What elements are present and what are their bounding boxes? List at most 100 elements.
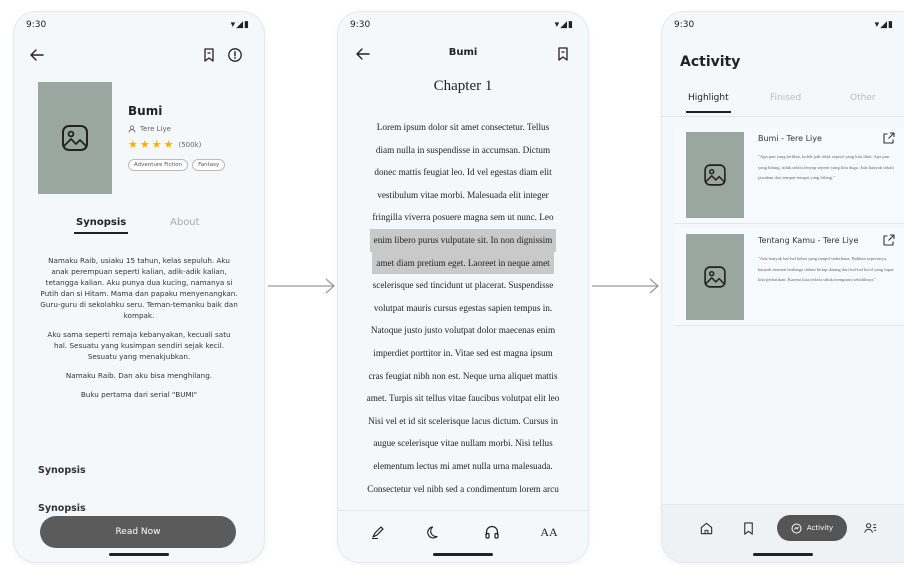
bookmark-icon[interactable] xyxy=(554,45,572,63)
synopsis-paragraph: Buku pertama dari serial "BUMI" xyxy=(80,390,198,399)
reader-line[interactable]: donec mattis feugiat leo. Id vel egestas… xyxy=(352,161,574,184)
genre-tag[interactable]: Fantasy xyxy=(192,159,226,171)
reader-line[interactable]: enim libero purus vulputate sit. In non … xyxy=(352,228,574,252)
activity-tabs: Highlight Finised Other xyxy=(662,93,904,117)
image-placeholder-icon xyxy=(704,266,726,288)
reader-line[interactable]: vestibulum vitae morbi. Malesuada elit i… xyxy=(352,184,574,207)
flow-arrow xyxy=(590,276,662,296)
reader-line[interactable]: Natoque justo justo volutpat dolor maece… xyxy=(352,319,574,342)
reader-line-text: volutpat mauris cursus egestas sapien te… xyxy=(373,302,553,313)
book-cover-image xyxy=(686,234,744,320)
read-now-button[interactable]: Read Now xyxy=(40,516,236,548)
star-icon: ★ xyxy=(128,138,138,151)
card-title: Bumi - Tere Liye xyxy=(758,134,822,143)
reader-line[interactable]: volutpat mauris cursus egestas sapien te… xyxy=(352,297,574,320)
reader-line-text: imperdiet porttitor in. Vitae sed est ma… xyxy=(373,347,553,358)
highlight-card[interactable]: Tentang Kamu - Tere Liye "Ada banyak hal… xyxy=(674,228,904,326)
star-icon: ★ xyxy=(151,138,162,151)
genre-tag[interactable]: Adventure Fiction xyxy=(128,159,189,171)
reader-line[interactable]: augue scelerisque vitae nullam morbi. Ni… xyxy=(352,432,574,455)
home-icon[interactable] xyxy=(696,519,716,537)
tab-other[interactable]: Other xyxy=(850,93,876,103)
tab-about[interactable]: About xyxy=(170,217,200,228)
share-icon[interactable] xyxy=(882,233,896,247)
section-heading: Synopsis xyxy=(38,465,86,476)
image-placeholder-icon xyxy=(62,125,88,151)
share-icon[interactable] xyxy=(882,131,896,145)
reader-line-text: augue scelerisque vitae nullam morbi. Ni… xyxy=(373,438,553,449)
book-cover-image xyxy=(686,132,744,218)
reader-line[interactable]: Nisi vel et id sit scelerisque lacus dic… xyxy=(352,410,574,433)
home-indicator xyxy=(753,553,813,556)
reader-line[interactable]: imperdiet porttitor in. Vitae sed est ma… xyxy=(352,342,574,365)
reader-line[interactable]: amet. Turpis sit tellus vitae faucibus v… xyxy=(352,387,574,410)
reader-line[interactable]: diam nulla in suspendisse in accumsan. D… xyxy=(352,139,574,162)
reader-line[interactable]: fringilla viverra posuere magna sem ut n… xyxy=(352,206,574,229)
users-settings-icon[interactable] xyxy=(860,519,880,537)
rating-count: (500k) xyxy=(178,140,202,149)
author-row: Tere Liye xyxy=(128,125,171,133)
reader-line-text: elementum lectus mi amet nulla urna male… xyxy=(373,460,553,471)
activity-screen: 9:30 ▾◢▮ Activity Highlight Finised Othe… xyxy=(662,12,904,562)
nav-activity-button[interactable]: Activity xyxy=(777,515,847,541)
bookmark-icon[interactable] xyxy=(200,46,218,64)
highlight-card[interactable]: Bumi - Tere Liye "Apa pun yang terlihat,… xyxy=(674,126,904,224)
page-title: Activity xyxy=(680,54,741,70)
star-icon: ★ xyxy=(139,138,150,151)
tab-finised[interactable]: Finised xyxy=(770,93,801,103)
synopsis-text: Namaku Raib, usiaku 15 tahun, kelas sepu… xyxy=(40,255,238,408)
status-time: 9:30 xyxy=(26,20,47,30)
font-size-button[interactable]: AA xyxy=(536,523,562,541)
highlight-pen-icon[interactable] xyxy=(368,523,388,541)
flow-arrow xyxy=(266,276,338,296)
status-time: 9:30 xyxy=(674,20,695,30)
image-placeholder-icon xyxy=(704,164,726,186)
book-cover-image xyxy=(38,82,112,194)
home-indicator xyxy=(109,553,169,556)
highlighted-text: amet diam pretium eget. Laoreet in neque… xyxy=(372,251,554,275)
reader-screen: 9:30 ▾◢▮ Bumi Chapter 1 Lorem ipsum dolo… xyxy=(338,12,588,562)
reader-body-text[interactable]: Lorem ipsum dolor sit amet consectetur. … xyxy=(352,116,574,500)
book-detail-screen: 9:30 ▾◢▮ Bumi Tere Liye ★ ★ ★ ★ (500k) A… xyxy=(14,12,264,562)
genre-tags: Adventure Fiction Fantasy xyxy=(128,159,226,171)
book-title: Bumi xyxy=(128,104,163,118)
reader-line-text: Nisi vel et id sit scelerisque lacus dic… xyxy=(368,415,558,426)
user-icon xyxy=(128,125,136,133)
card-title: Tentang Kamu - Tere Liye xyxy=(758,236,859,245)
night-mode-moon-icon[interactable] xyxy=(424,523,444,541)
reader-line-text: cras feugiat nibh non est. Neque urna al… xyxy=(368,370,558,381)
reader-line[interactable]: elementum lectus mi amet nulla urna male… xyxy=(352,455,574,478)
reader-line-text: scelerisque sed tincidunt ut placerat. S… xyxy=(372,280,554,291)
detail-tabs: Synopsis About xyxy=(14,217,264,241)
headphones-icon[interactable] xyxy=(482,523,502,541)
synopsis-paragraph: Aku sama seperti remaja kebanyakan, kecu… xyxy=(47,330,231,361)
status-bar: 9:30 ▾◢▮ xyxy=(26,20,250,34)
status-icons: ▾◢▮ xyxy=(230,20,250,30)
reader-line-text: Consectetur vel nibh sed a condimentum l… xyxy=(367,483,559,494)
rating: ★ ★ ★ ★ (500k) xyxy=(128,139,201,150)
tab-synopsis[interactable]: Synopsis xyxy=(73,217,129,234)
status-icons: ▾◢▮ xyxy=(554,20,574,30)
nav-activity-label: Activity xyxy=(806,524,834,532)
back-arrow-icon[interactable] xyxy=(28,46,46,64)
reader-line[interactable]: cras feugiat nibh non est. Neque urna al… xyxy=(352,365,574,388)
highlight-quote: "Ada banyak hal-hal hebat yang tampil se… xyxy=(758,256,894,282)
bookmark-icon[interactable] xyxy=(738,519,758,537)
status-icons: ▾◢▮ xyxy=(874,20,894,30)
reader-line[interactable]: Consectetur vel nibh sed a condimentum l… xyxy=(352,478,574,501)
reader-title: Bumi xyxy=(448,47,478,58)
reader-line[interactable]: scelerisque sed tincidunt ut placerat. S… xyxy=(352,274,574,297)
synopsis-paragraph: Namaku Raib. Dan aku bisa menghilang. xyxy=(65,371,213,380)
section-heading: Synopsis xyxy=(38,503,86,514)
reader-line[interactable]: amet diam pretium eget. Laoreet in neque… xyxy=(352,251,574,275)
reader-line[interactable]: Lorem ipsum dolor sit amet consectetur. … xyxy=(352,116,574,139)
highlighted-text: enim libero purus vulputate sit. In non … xyxy=(369,228,557,252)
status-time: 9:30 xyxy=(350,20,371,30)
reader-line-text: Natoque justo justo volutpat dolor maece… xyxy=(370,325,556,336)
activity-icon xyxy=(791,523,802,533)
status-bar: 9:30 ▾◢▮ xyxy=(674,20,893,34)
tab-highlight[interactable]: Highlight xyxy=(686,93,731,113)
chapter-title: Chapter 1 xyxy=(433,78,493,94)
star-icon: ★ xyxy=(163,138,174,151)
info-icon[interactable] xyxy=(226,46,244,64)
